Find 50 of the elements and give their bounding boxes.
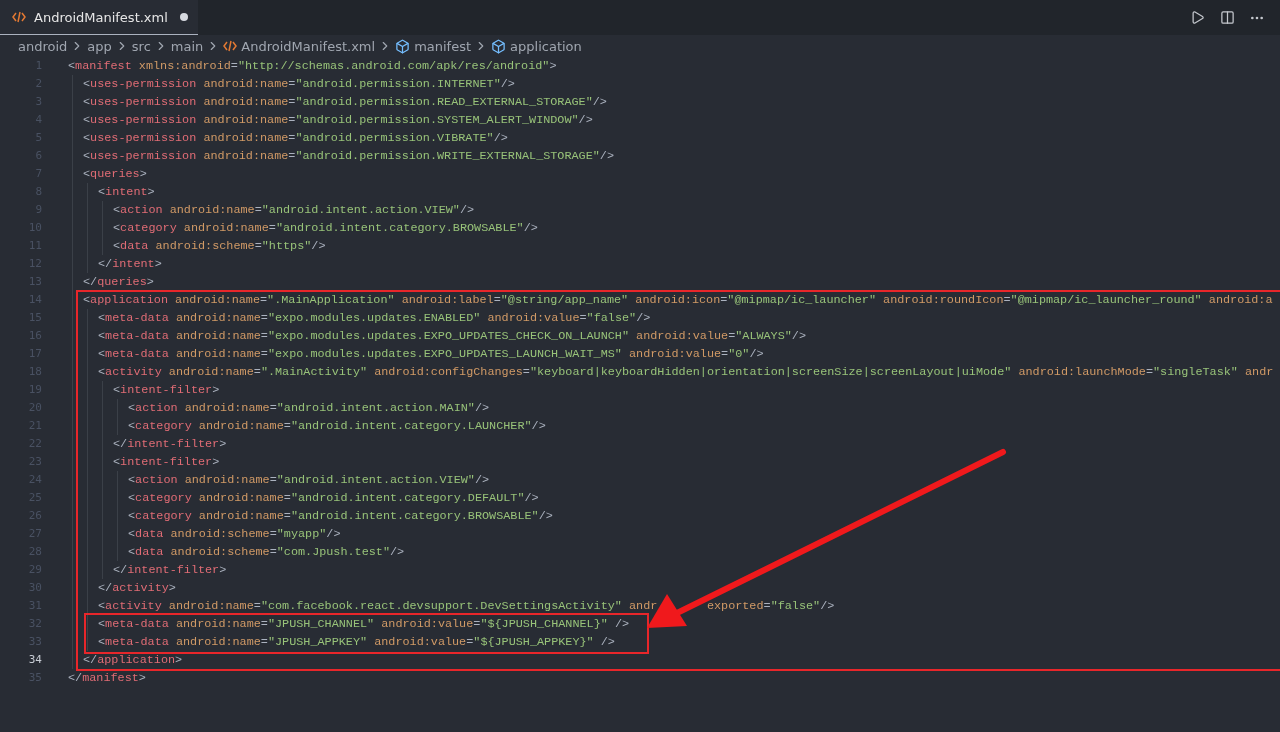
- code-line: <meta-data android:name="expo.modules.updates.EXPO_UPDATES_CHECK_ON_LAUNCH" android:value="ALWAYS"/>: [98, 328, 808, 345]
- code-line: <uses-permission android:name="android.permission.SYSTEM_ALERT_WINDOW"/>: [83, 112, 594, 129]
- split-editor-icon[interactable]: [1218, 8, 1236, 27]
- breadcrumb-item[interactable]: app: [87, 38, 112, 54]
- code-line: <intent-filter>: [113, 454, 221, 471]
- code-line: <data android:scheme="myapp"/>: [128, 526, 342, 543]
- code-line: <manifest xmlns:android="http://schemas.android.com/apk/res/android">: [68, 58, 558, 75]
- tab-title: AndroidManifest.xml: [34, 9, 168, 25]
- code-line: <meta-data android:name="JPUSH_APPKEY" android:value="${JPUSH_APPKEY}" />: [98, 634, 616, 651]
- code-line: </application>: [83, 652, 184, 669]
- code-line: <category android:name="android.intent.category.LAUNCHER"/>: [128, 418, 547, 435]
- breadcrumb-item[interactable]: android: [18, 38, 68, 54]
- code-file-icon: [223, 40, 238, 52]
- code-line: <uses-permission android:name="android.permission.INTERNET"/>: [83, 76, 516, 93]
- code-line: </manifest>: [68, 670, 147, 687]
- code-line: <intent-filter>: [113, 382, 221, 399]
- code-line: <intent>: [98, 184, 156, 201]
- code-line: <queries>: [83, 166, 148, 183]
- breadcrumb-item[interactable]: manifest: [395, 38, 472, 54]
- code-line: <category android:name="android.intent.category.BROWSABLE"/>: [128, 508, 554, 525]
- code-line: <data android:scheme="com.Jpush.test"/>: [128, 544, 406, 561]
- code-line: </intent-filter>: [113, 436, 228, 453]
- breadcrumb-item[interactable]: src: [131, 38, 151, 54]
- code-line: </activity>: [98, 580, 177, 597]
- code-line: <uses-permission android:name="android.permission.READ_EXTERNAL_STORAGE"/>: [83, 94, 608, 111]
- cube-icon: [395, 38, 411, 54]
- breadcrumb-item[interactable]: AndroidManifest.xml: [223, 38, 376, 54]
- code-line: <uses-permission android:name="android.permission.VIBRATE"/>: [83, 130, 509, 147]
- code-line: <category android:name="android.intent.category.DEFAULT"/>: [128, 490, 540, 507]
- code-line: </intent-filter>: [113, 562, 228, 579]
- code-line: <application android:name=".MainApplication" android:label="@string/app_name" android:icon="@mipmap/ic_launcher" android:roundIcon="@mipmap/ic_launcher_round" android:a: [83, 292, 1274, 309]
- code-line: </queries>: [83, 274, 155, 291]
- code-line: <category android:name="android.intent.category.BROWSABLE"/>: [113, 220, 539, 237]
- editor-tab[interactable]: AndroidManifest.xml: [0, 0, 198, 35]
- code-line: <data android:scheme="https"/>: [113, 238, 327, 255]
- breadcrumb-item[interactable]: main: [170, 38, 204, 54]
- line-number: 34: [28, 652, 42, 668]
- code-line: <action android:name="android.intent.action.VIEW"/>: [113, 202, 476, 219]
- code-line: <uses-permission android:name="android.permission.WRITE_EXTERNAL_STORAGE"/>: [83, 148, 616, 165]
- code-line: <meta-data android:name="expo.modules.updates.EXPO_UPDATES_LAUNCH_WAIT_MS" android:value="0"/>: [98, 346, 765, 363]
- code-file-icon: [12, 11, 26, 23]
- cube-icon: [491, 38, 507, 54]
- code-line: <meta-data android:name="JPUSH_CHANNEL" android:value="${JPUSH_CHANNEL}" />: [98, 616, 631, 633]
- code-line: </intent>: [98, 256, 163, 273]
- breadcrumb-item[interactable]: application: [491, 38, 582, 54]
- code-line: <action android:name="android.intent.action.MAIN"/>: [128, 400, 491, 417]
- code-line: <action android:name="android.intent.action.VIEW"/>: [128, 472, 491, 489]
- code-line: <meta-data android:name="expo.modules.updates.ENABLED" android:value="false"/>: [98, 310, 652, 327]
- code-line: <activity android:name=".MainActivity" android:configChanges="keyboard|keyboardHidden|orientation|screenSize|screenLayout|uiMode" android:launchMode="singleTask" andr: [98, 364, 1274, 381]
- code-line: <activity android:name="com.facebook.react.devsupport.DevSettingsActivity" andr exported="false"/>: [98, 598, 836, 615]
